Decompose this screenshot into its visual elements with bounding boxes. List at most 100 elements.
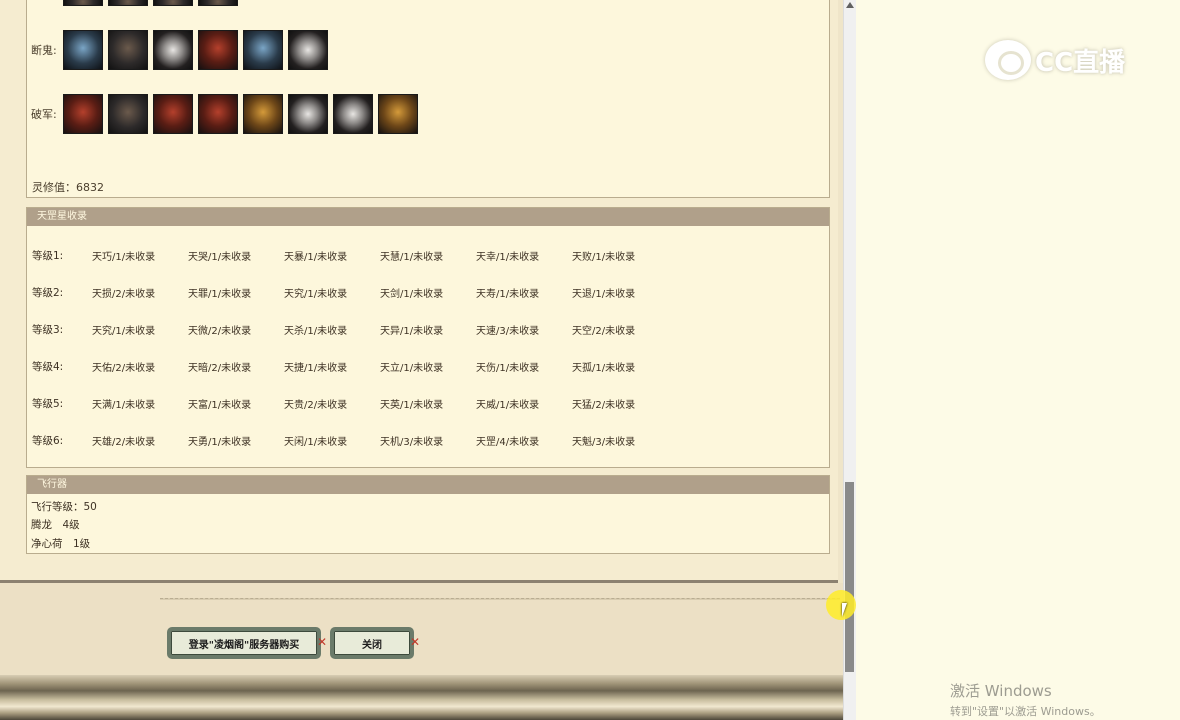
grade-label: 等级5: (32, 398, 64, 410)
equipment-slot[interactable] (243, 94, 283, 134)
star-entry: 天异/1/未收录 (380, 326, 444, 337)
star-entry: 天空/2/未收录 (572, 326, 636, 337)
equipment-slot[interactable] (63, 94, 103, 134)
grade-row: 等级4: 天佑/2/未收录 天暗/2/未收录 天捷/1/未收录 天立/1/未收录… (32, 359, 668, 374)
equipment-slot[interactable] (198, 94, 238, 134)
star-entry: 天满/1/未收录 (92, 400, 156, 411)
grade-row: 等级1: 天巧/1/未收录 天哭/1/未收录 天暴/1/未收录 天慧/1/未收录… (32, 248, 668, 263)
decorative-border (0, 675, 843, 720)
equipment-slot[interactable] (108, 94, 148, 134)
buy-on-server-button[interactable]: 登录"凌烟阁"服务器购买 ✕ (167, 627, 327, 659)
star-entry: 天暴/1/未收录 (284, 252, 348, 263)
character-info-scroll-area[interactable]: 断鬼: 破军: 灵修值：6832 天罡星收录 等级1: 天巧/1/未收录 天哭/… (0, 0, 838, 583)
equipment-panel: 断鬼: 破军: 灵修值：6832 (26, 0, 830, 198)
activation-title: 激活 Windows (950, 682, 1052, 700)
star-entry: 天慧/1/未收录 (380, 252, 444, 263)
star-entry: 天孤/1/未收录 (572, 363, 636, 374)
star-entry: 天威/1/未收录 (476, 400, 540, 411)
star-entry: 天速/3/未收录 (476, 326, 540, 337)
grade-label: 等级1: (32, 250, 64, 262)
grade-label: 等级6: (32, 435, 64, 447)
equipment-row-duangui: 断鬼: (31, 30, 333, 70)
equipment-slot[interactable] (153, 30, 193, 70)
spirit-value: 灵修值：6832 (32, 181, 104, 194)
grade-label: 等级3: (32, 324, 64, 336)
cc-logo-text: CC直播 (1035, 47, 1126, 78)
scroll-up-arrow-icon[interactable] (846, 2, 854, 8)
star-collection-panel: 天罡星收录 等级1: 天巧/1/未收录 天哭/1/未收录 天暴/1/未收录 天慧… (26, 207, 830, 468)
star-entry: 天暗/2/未收录 (188, 363, 252, 374)
star-entry: 天贵/2/未收录 (284, 400, 348, 411)
star-entry: 天损/2/未收录 (92, 289, 156, 300)
star-entry: 天猛/2/未收录 (572, 400, 636, 411)
close-mark-icon: ✕ (409, 635, 420, 649)
equipment-row-label: 断鬼: (31, 44, 57, 57)
grade-row: 等级2: 天损/2/未收录 天罪/1/未收录 天究/1/未收录 天剑/1/未收录… (32, 285, 668, 300)
equipment-row-pojun: 破军: (31, 94, 423, 134)
close-button[interactable]: 关闭 ✕ (330, 627, 420, 659)
star-entry: 天究/1/未收录 (92, 326, 156, 337)
panel-title: 天罡星收录 (27, 208, 829, 226)
equipment-slot[interactable] (198, 0, 238, 6)
star-entry: 天富/1/未收录 (188, 400, 252, 411)
grade-label: 等级4: (32, 361, 64, 373)
equipment-slot[interactable] (243, 30, 283, 70)
dialog-footer: 登录"凌烟阁"服务器购买 ✕ 关闭 ✕ (0, 583, 843, 720)
star-entry: 天闲/1/未收录 (284, 437, 348, 448)
star-entry: 天雄/2/未收录 (92, 437, 156, 448)
equipment-slot[interactable] (108, 0, 148, 6)
equipment-slot[interactable] (198, 30, 238, 70)
star-entry: 天捷/1/未收录 (284, 363, 348, 374)
star-entry: 天英/1/未收录 (380, 400, 444, 411)
game-window: 断鬼: 破军: 灵修值：6832 天罡星收录 等级1: 天巧/1/未收录 天哭/… (0, 0, 843, 720)
close-button-label: 关闭 (362, 639, 382, 651)
star-entry: 天杀/1/未收录 (284, 326, 348, 337)
flight-mount-tenglong: 腾龙 4级 (31, 519, 80, 531)
equipment-slot[interactable] (108, 30, 148, 70)
star-entry: 天佑/2/未收录 (92, 363, 156, 374)
star-entry: 天败/1/未收录 (572, 252, 636, 263)
star-entry: 天伤/1/未收录 (476, 363, 540, 374)
grade-row: 等级6: 天雄/2/未收录 天勇/1/未收录 天闲/1/未收录 天机/3/未收录… (32, 433, 668, 448)
star-entry: 天罡/4/未收录 (476, 437, 540, 448)
equipment-slot[interactable] (378, 94, 418, 134)
equipment-row-partial (63, 0, 243, 6)
star-entry: 天哭/1/未收录 (188, 252, 252, 263)
equipment-slot[interactable] (288, 30, 328, 70)
cc-live-logo: CC直播 (985, 40, 1125, 80)
activation-subtitle: 转到"设置"以激活 Windows。 (950, 705, 1101, 718)
cc-logo-icon (985, 40, 1031, 80)
equipment-row-label: 破军: (31, 108, 57, 121)
windows-activation-watermark: 激活 Windows 转到"设置"以激活 Windows。 (950, 680, 1101, 719)
star-entry: 天退/1/未收录 (572, 289, 636, 300)
equipment-slot[interactable] (63, 0, 103, 6)
grade-row: 等级5: 天满/1/未收录 天富/1/未收录 天贵/2/未收录 天英/1/未收录… (32, 396, 668, 411)
grade-row: 等级3: 天究/1/未收录 天微/2/未收录 天杀/1/未收录 天异/1/未收录… (32, 322, 668, 337)
mouse-cursor-icon (842, 603, 847, 617)
star-entry: 天罪/1/未收录 (188, 289, 252, 300)
cursor-highlight (826, 590, 856, 620)
flight-level: 飞行等级：50 (31, 501, 97, 513)
star-entry: 天立/1/未收录 (380, 363, 444, 374)
equipment-slot[interactable] (288, 94, 328, 134)
equipment-slot[interactable] (333, 94, 373, 134)
equipment-slot[interactable] (153, 0, 193, 6)
star-entry: 天机/3/未收录 (380, 437, 444, 448)
star-entry: 天究/1/未收录 (284, 289, 348, 300)
divider (160, 598, 840, 600)
star-entry: 天幸/1/未收录 (476, 252, 540, 263)
equipment-slot[interactable] (153, 94, 193, 134)
star-entry: 天剑/1/未收录 (380, 289, 444, 300)
star-entry: 天勇/1/未收录 (188, 437, 252, 448)
equipment-slot[interactable] (63, 30, 103, 70)
buy-button-label: 登录"凌烟阁"服务器购买 (188, 639, 300, 651)
panel-title: 飞行器 (27, 476, 829, 494)
star-entry: 天巧/1/未收录 (92, 252, 156, 263)
flight-panel: 飞行器 飞行等级：50 腾龙 4级 净心荷 1级 (26, 475, 830, 554)
scrollbar-thumb[interactable] (845, 482, 854, 672)
star-entry: 天微/2/未收录 (188, 326, 252, 337)
flight-mount-jingxinhe: 净心荷 1级 (31, 538, 91, 550)
grade-label: 等级2: (32, 287, 64, 299)
star-entry: 天寿/1/未收录 (476, 289, 540, 300)
star-entry: 天魁/3/未收录 (572, 437, 636, 448)
